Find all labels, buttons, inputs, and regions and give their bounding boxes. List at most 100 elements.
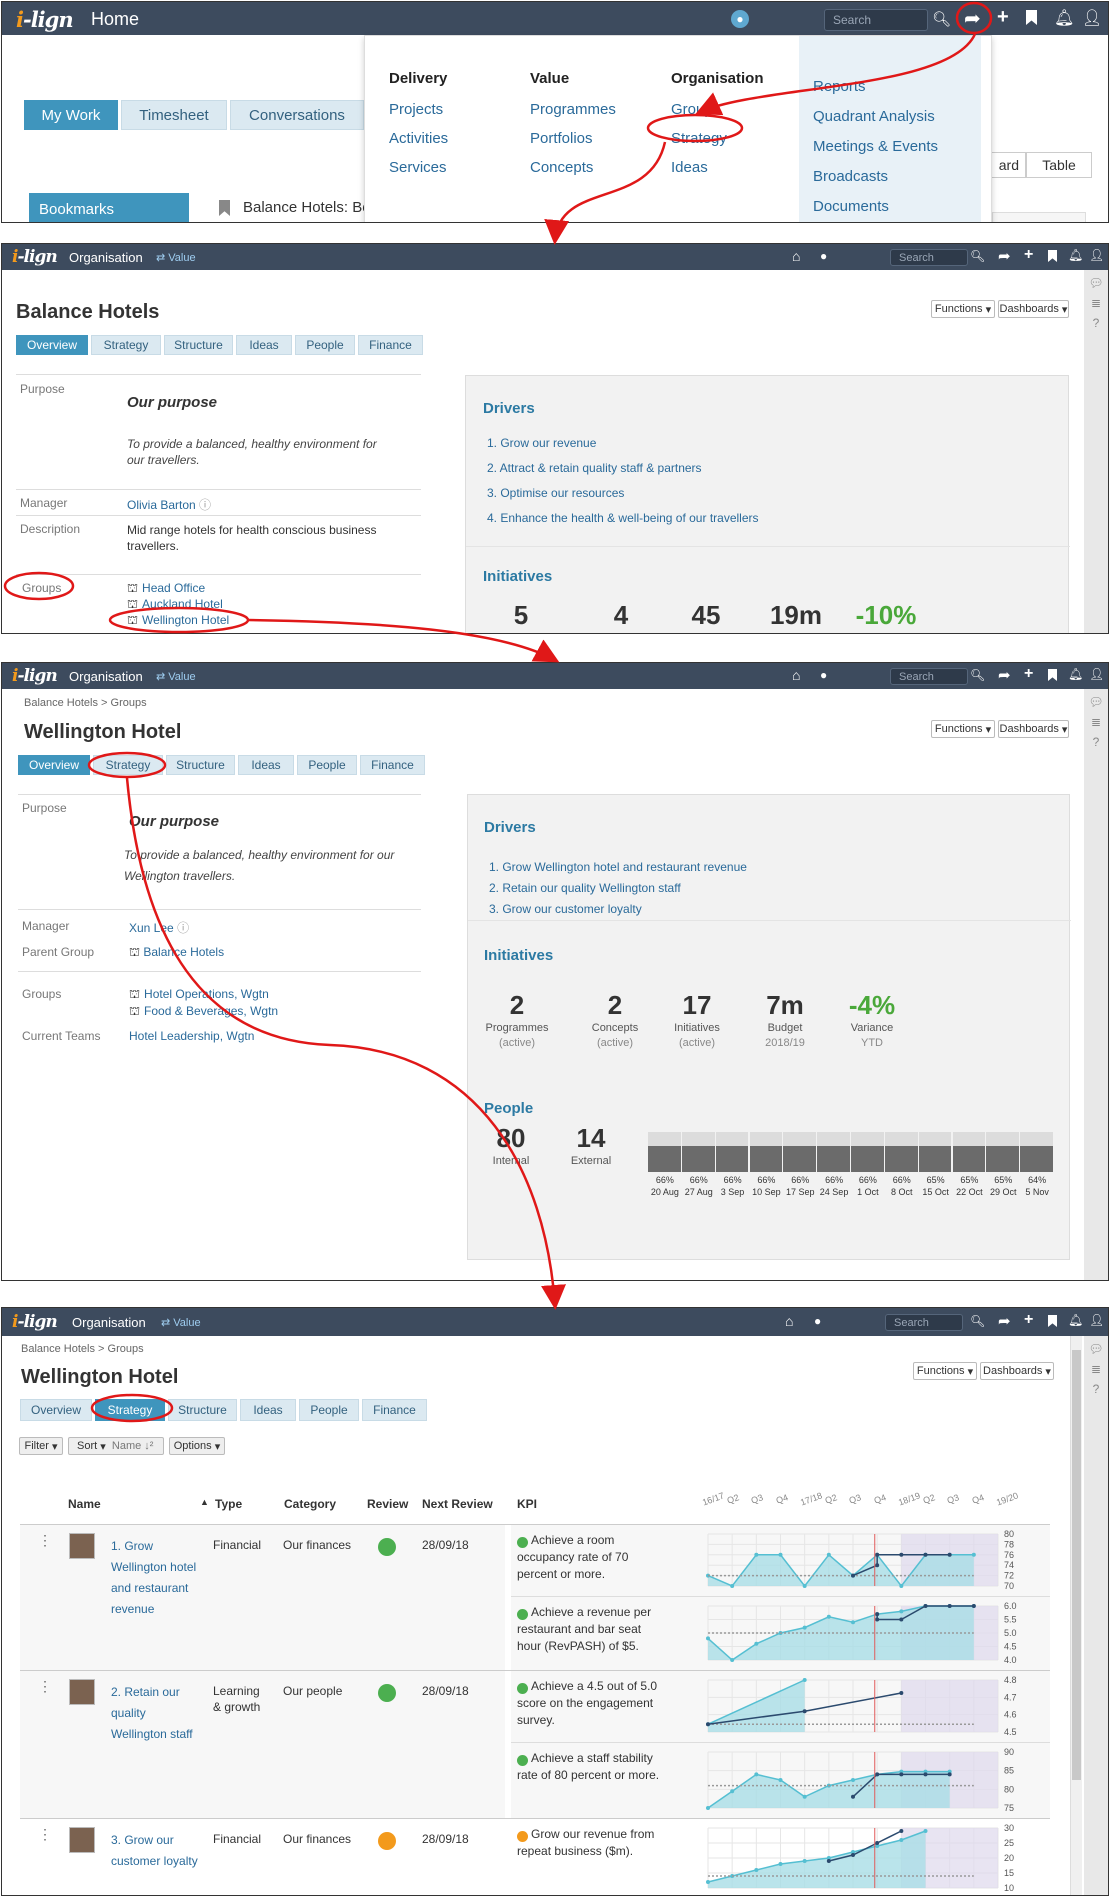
kpi-trend-chart[interactable]: 90 85 80 75 bbox=[706, 1747, 1038, 1813]
value-link[interactable]: ⇄ Value bbox=[156, 251, 196, 264]
help-icon[interactable]: ? bbox=[1084, 1382, 1108, 1396]
people-bar[interactable] bbox=[851, 1132, 884, 1172]
kpi-description[interactable]: Achieve a revenue per restaurant and bar … bbox=[517, 1604, 687, 1655]
bookmarks-panel-header[interactable]: Bookmarks bbox=[29, 193, 189, 222]
tab-timesheet[interactable]: Timesheet bbox=[121, 100, 227, 130]
search-icon[interactable]: 🔍︎ bbox=[932, 10, 951, 28]
kpi-description[interactable]: Achieve a room occupancy rate of 70 percen… bbox=[517, 1532, 687, 1583]
tab-ideas[interactable]: Ideas bbox=[236, 335, 292, 355]
column-category[interactable]: Category bbox=[284, 1497, 336, 1511]
menu-item-activities[interactable]: Activities bbox=[389, 130, 448, 147]
review-status-dot[interactable] bbox=[378, 1832, 396, 1850]
kpi-description[interactable]: Achieve a staff stability rate of 80 perc… bbox=[517, 1750, 687, 1784]
logo[interactable]: i-lign bbox=[12, 1312, 58, 1332]
driver-link[interactable]: 3. Optimise our resources bbox=[487, 481, 759, 506]
info-icon[interactable]: ⓘ bbox=[177, 921, 189, 935]
group-link[interactable]: ⛫ Wellington Hotel bbox=[127, 612, 229, 628]
driver-link[interactable]: 1. Grow our revenue bbox=[487, 431, 759, 456]
kpi-trend-chart[interactable]: 6.0 5.5 5.0 4.5 4.0 bbox=[706, 1601, 1038, 1665]
user-icon[interactable]: 👤︎ bbox=[1089, 667, 1104, 681]
column-kpi[interactable]: KPI bbox=[517, 1497, 537, 1511]
people-bar[interactable] bbox=[681, 1132, 715, 1172]
menu-item-meetings-events[interactable]: Meetings & Events bbox=[813, 138, 938, 155]
home-icon[interactable]: ⌂ bbox=[792, 667, 800, 683]
search-input[interactable]: Search bbox=[890, 249, 968, 266]
row-menu-icon[interactable]: ⋮ bbox=[38, 1532, 52, 1549]
objective-link[interactable]: 1. Grow Wellington hotel and restaurant rev… bbox=[111, 1536, 196, 1620]
tab-finance[interactable]: Finance bbox=[358, 335, 423, 355]
logo[interactable]: i-lign bbox=[12, 666, 58, 686]
filter-dropdown[interactable]: Filter ▾ bbox=[19, 1437, 63, 1455]
functions-dropdown[interactable]: Functions ▾ bbox=[931, 300, 995, 318]
home-icon[interactable]: ⌂ bbox=[785, 1313, 793, 1329]
driver-link[interactable]: 4. Enhance the health & well-being of ou… bbox=[487, 506, 759, 531]
breadcrumb[interactable]: Balance Hotels > Groups bbox=[21, 1343, 144, 1355]
tab-overview[interactable]: Overview bbox=[20, 1399, 92, 1421]
section-name[interactable]: Organisation bbox=[69, 250, 143, 265]
sort-order-icon[interactable]: ↓² bbox=[144, 1440, 153, 1452]
column-review[interactable]: Review bbox=[367, 1497, 408, 1511]
tab-finance[interactable]: Finance bbox=[362, 1399, 427, 1421]
tab-people[interactable]: People bbox=[297, 755, 357, 775]
people-bar[interactable] bbox=[884, 1132, 918, 1172]
people-bar[interactable] bbox=[952, 1132, 986, 1172]
group-link[interactable]: ⛫ Auckland Hotel bbox=[127, 596, 229, 612]
breadcrumb[interactable]: Balance Hotels > Groups bbox=[24, 697, 147, 709]
people-bar[interactable] bbox=[986, 1132, 1020, 1172]
help-icon[interactable]: ? bbox=[1084, 316, 1108, 330]
search-input[interactable]: Search bbox=[824, 9, 928, 31]
share-arrow-icon[interactable]: ➦ bbox=[998, 666, 1011, 684]
functions-dropdown[interactable]: Functions ▾ bbox=[913, 1362, 977, 1380]
manager-link[interactable]: Olivia Barton ⓘ bbox=[127, 496, 211, 513]
home-icon[interactable]: ⌂ bbox=[792, 248, 800, 264]
menu-item-broadcasts[interactable]: Broadcasts bbox=[813, 168, 888, 185]
menu-item-projects[interactable]: Projects bbox=[389, 101, 448, 118]
user-icon[interactable]: 👤︎ bbox=[1089, 248, 1104, 262]
tab-my-work[interactable]: My Work bbox=[24, 100, 118, 130]
user-icon[interactable]: 👤︎ bbox=[1082, 8, 1102, 28]
value-link[interactable]: ⇄ Value bbox=[161, 1316, 201, 1329]
tab-structure[interactable]: Structure bbox=[164, 335, 233, 355]
kpi-trend-chart[interactable]: 807876747270 bbox=[706, 1529, 1038, 1591]
people-bar[interactable] bbox=[817, 1132, 850, 1172]
options-dropdown[interactable]: Options ▾ bbox=[169, 1437, 225, 1455]
globe-icon[interactable]: ● bbox=[820, 668, 827, 682]
search-input[interactable]: Search bbox=[890, 668, 968, 685]
kpi-trend-chart[interactable]: 30 25 20 15 10 bbox=[706, 1823, 1038, 1893]
menu-item-ideas[interactable]: Ideas bbox=[671, 159, 764, 176]
kpi-description[interactable]: Achieve a 4.5 out of 5.0 score on the eng… bbox=[517, 1678, 687, 1729]
menu-item-groups[interactable]: Groups bbox=[671, 101, 764, 118]
bookmark-icon[interactable] bbox=[1048, 1315, 1057, 1327]
group-link[interactable]: ⛫ Hotel Operations, Wgtn bbox=[129, 986, 278, 1003]
group-link[interactable]: ⛫ Food & Beverages, Wgtn bbox=[129, 1003, 278, 1020]
menu-item-services[interactable]: Services bbox=[389, 159, 448, 176]
tab-ideas[interactable]: Ideas bbox=[240, 1399, 296, 1421]
bookmark-icon[interactable] bbox=[1048, 250, 1057, 262]
share-arrow-icon[interactable]: ➦ bbox=[998, 1312, 1011, 1330]
list-icon[interactable]: ≣ bbox=[1084, 715, 1108, 729]
tab-structure[interactable]: Structure bbox=[168, 1399, 237, 1421]
tab-people[interactable]: People bbox=[299, 1399, 359, 1421]
section-name[interactable]: Organisation bbox=[69, 669, 143, 684]
functions-dropdown[interactable]: Functions ▾ bbox=[931, 720, 995, 738]
people-bar[interactable] bbox=[783, 1132, 817, 1172]
people-bar[interactable] bbox=[648, 1132, 681, 1172]
globe-icon[interactable]: ● bbox=[820, 249, 827, 263]
comment-icon[interactable]: 💬︎ bbox=[1084, 695, 1108, 709]
kpi-trend-chart[interactable]: 4.8 4.7 4.6 4.5 bbox=[706, 1675, 1038, 1737]
people-bar[interactable] bbox=[918, 1132, 952, 1172]
bell-icon[interactable]: 🔔︎ bbox=[1054, 8, 1074, 28]
tab-overview[interactable]: Overview bbox=[18, 755, 90, 775]
menu-item-programmes[interactable]: Programmes bbox=[530, 101, 616, 118]
share-arrow-icon[interactable]: ➦ bbox=[964, 6, 981, 31]
avatar[interactable] bbox=[69, 1533, 95, 1559]
tab-conversations[interactable]: Conversations bbox=[230, 100, 364, 130]
list-icon[interactable]: ≣ bbox=[1084, 296, 1108, 310]
list-icon[interactable]: ≣ bbox=[1084, 1362, 1108, 1376]
driver-link[interactable]: 2. Retain our quality Wellington staff bbox=[489, 878, 747, 899]
tab-strategy[interactable]: Strategy bbox=[91, 335, 161, 355]
search-input[interactable]: Search bbox=[885, 1314, 963, 1331]
avatar[interactable] bbox=[69, 1827, 95, 1853]
sort-asc-icon[interactable]: ▲ bbox=[200, 1497, 209, 1507]
parent-group-link[interactable]: ⛫ Balance Hotels bbox=[129, 945, 224, 961]
